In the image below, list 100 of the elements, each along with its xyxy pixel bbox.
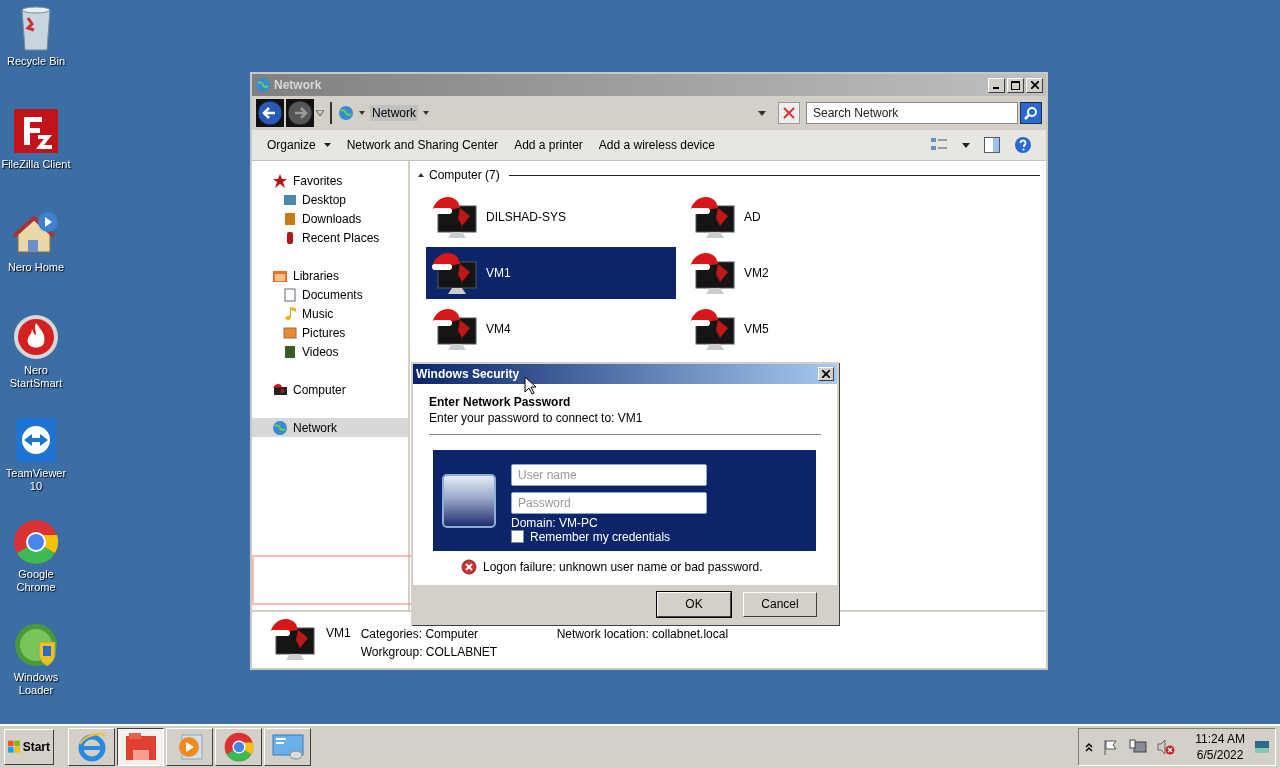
show-hidden-icons[interactable] bbox=[1085, 742, 1094, 752]
network-host-item[interactable]: DILSHAD-SYS bbox=[426, 191, 676, 243]
close-icon bbox=[822, 370, 830, 378]
desktop-icon-label[interactable]: Recycle Bin bbox=[6, 55, 66, 68]
help-icon[interactable] bbox=[1014, 136, 1032, 154]
desktop-icon-label[interactable]: TeamViewer 10 bbox=[5, 467, 67, 493]
cancel-button[interactable]: Cancel bbox=[743, 591, 817, 617]
dropdown-arrow-icon bbox=[758, 110, 766, 116]
flame-icon[interactable] bbox=[12, 313, 60, 361]
username-field[interactable]: User name bbox=[511, 463, 707, 486]
dialog-title: Windows Security bbox=[416, 367, 520, 381]
computer-icon bbox=[268, 616, 316, 662]
minimize-button[interactable] bbox=[988, 77, 1005, 93]
close-button[interactable] bbox=[818, 367, 834, 381]
remember-checkbox[interactable]: Remember my credentials bbox=[511, 529, 707, 544]
shield-icon[interactable] bbox=[13, 622, 59, 668]
chrome-icon[interactable] bbox=[13, 519, 59, 565]
window-title: Network bbox=[274, 78, 322, 92]
toolbar-button[interactable]: Network and Sharing Center bbox=[339, 135, 506, 155]
password-field[interactable]: Password bbox=[511, 491, 707, 514]
muted-speaker-icon[interactable] bbox=[1157, 738, 1176, 756]
sidebar-item[interactable]: Recent Places bbox=[252, 228, 408, 247]
dialog-heading: Enter Network Password bbox=[429, 395, 572, 409]
details-field: Workgroup: COLLABNET bbox=[360, 645, 557, 659]
computer-icon bbox=[688, 306, 736, 352]
remote-desktop-icon bbox=[271, 733, 304, 761]
sidebar-item[interactable]: Libraries bbox=[252, 266, 408, 285]
network-host-item[interactable]: VM2 bbox=[684, 247, 934, 299]
desktop-icon-label[interactable]: Google Chrome bbox=[16, 568, 56, 594]
toolbar-button[interactable]: Organize bbox=[260, 135, 338, 155]
browser-e-icon bbox=[76, 732, 107, 762]
collapse-arrow-icon[interactable] bbox=[418, 173, 424, 177]
globe-icon bbox=[272, 419, 288, 436]
close-icon bbox=[1030, 81, 1039, 89]
sidebar-item[interactable]: Videos bbox=[252, 342, 408, 361]
back-button[interactable] bbox=[256, 99, 284, 127]
forward-button[interactable] bbox=[286, 99, 314, 127]
network-icon[interactable] bbox=[1129, 739, 1148, 755]
globe-icon bbox=[255, 77, 271, 93]
sidebar-item[interactable]: Downloads bbox=[252, 209, 408, 228]
toolbar-button[interactable]: Add a printer bbox=[507, 135, 590, 155]
user-tile-icon bbox=[441, 472, 497, 529]
network-host-item[interactable]: VM5 bbox=[684, 303, 934, 355]
globe-icon bbox=[338, 105, 354, 121]
ok-button[interactable]: OK bbox=[657, 591, 731, 617]
details-field: Network location: collabnet.local bbox=[556, 627, 729, 641]
sidebar-item[interactable]: Documents bbox=[252, 285, 408, 304]
network-host-item[interactable]: VM1 bbox=[426, 247, 676, 299]
error-icon bbox=[461, 559, 477, 575]
taskbar-button[interactable] bbox=[117, 728, 164, 766]
domain-label: Domain: VM-PC bbox=[511, 515, 599, 530]
sidebar-item[interactable]: Network bbox=[252, 418, 408, 437]
desktop-icon-label[interactable]: Nero Home bbox=[7, 261, 65, 274]
sidebar-item[interactable]: Favorites bbox=[252, 171, 408, 190]
search-button[interactable] bbox=[1020, 102, 1042, 124]
view-options-icon[interactable] bbox=[930, 137, 948, 153]
dropdown-arrow-icon[interactable] bbox=[316, 110, 324, 116]
flag-icon[interactable] bbox=[1103, 739, 1120, 755]
network-host-item[interactable]: AD bbox=[684, 191, 934, 243]
computer-icon bbox=[688, 194, 736, 240]
details-field: Categories: Computer bbox=[360, 627, 557, 641]
computer-icon bbox=[688, 250, 736, 296]
computer-icon bbox=[430, 250, 478, 296]
windows-logo-icon bbox=[8, 739, 21, 755]
group-header[interactable]: Computer (7) bbox=[429, 168, 500, 182]
chrome-icon bbox=[223, 732, 254, 762]
sidebar-item[interactable]: Music bbox=[252, 304, 408, 323]
sidebar-item[interactable]: Desktop bbox=[252, 190, 408, 209]
sidebar-item[interactable]: Computer bbox=[252, 380, 408, 399]
caret-icon[interactable] bbox=[962, 142, 970, 148]
details-name: VM1 bbox=[326, 626, 351, 640]
cursor-icon bbox=[524, 376, 536, 395]
clock-time[interactable]: 11:24 AM bbox=[1195, 731, 1245, 747]
computer-icon bbox=[430, 194, 478, 240]
show-desktop-icon[interactable] bbox=[1255, 741, 1269, 753]
computer-icon bbox=[430, 306, 478, 352]
preview-pane-icon[interactable] bbox=[984, 137, 1000, 153]
close-icon bbox=[783, 107, 795, 119]
dialog-subtitle: Enter your password to connect to: VM1 bbox=[429, 411, 644, 425]
start-button[interactable]: Start bbox=[4, 729, 54, 765]
filezilla-icon[interactable] bbox=[12, 107, 60, 155]
caret-icon bbox=[423, 111, 429, 115]
error-message: Logon failure: unknown user name or bad password. bbox=[483, 560, 763, 574]
desktop-icon-label[interactable]: FileZilla Client bbox=[1, 158, 71, 171]
star-icon bbox=[272, 172, 288, 189]
search-icon bbox=[1024, 106, 1038, 120]
remote-icon[interactable] bbox=[14, 416, 58, 464]
computer-icon bbox=[272, 381, 288, 398]
desktop-icon-label[interactable]: Windows Loader bbox=[13, 671, 59, 697]
network-host-item[interactable]: VM4 bbox=[426, 303, 676, 355]
close-button[interactable] bbox=[1026, 77, 1043, 93]
desktop-icon-label[interactable]: Nero StartSmart bbox=[9, 364, 63, 390]
maximize-button[interactable] bbox=[1007, 77, 1024, 93]
stop-button[interactable] bbox=[778, 102, 800, 124]
sidebar-item[interactable]: Pictures bbox=[252, 323, 408, 342]
search-field[interactable]: Search Network bbox=[806, 102, 1018, 124]
clock-date[interactable]: 6/5/2022 bbox=[1196, 747, 1244, 763]
maximize-icon bbox=[1011, 80, 1020, 90]
toolbar-button[interactable]: Add a wireless device bbox=[591, 135, 722, 155]
caret-icon bbox=[359, 111, 365, 115]
